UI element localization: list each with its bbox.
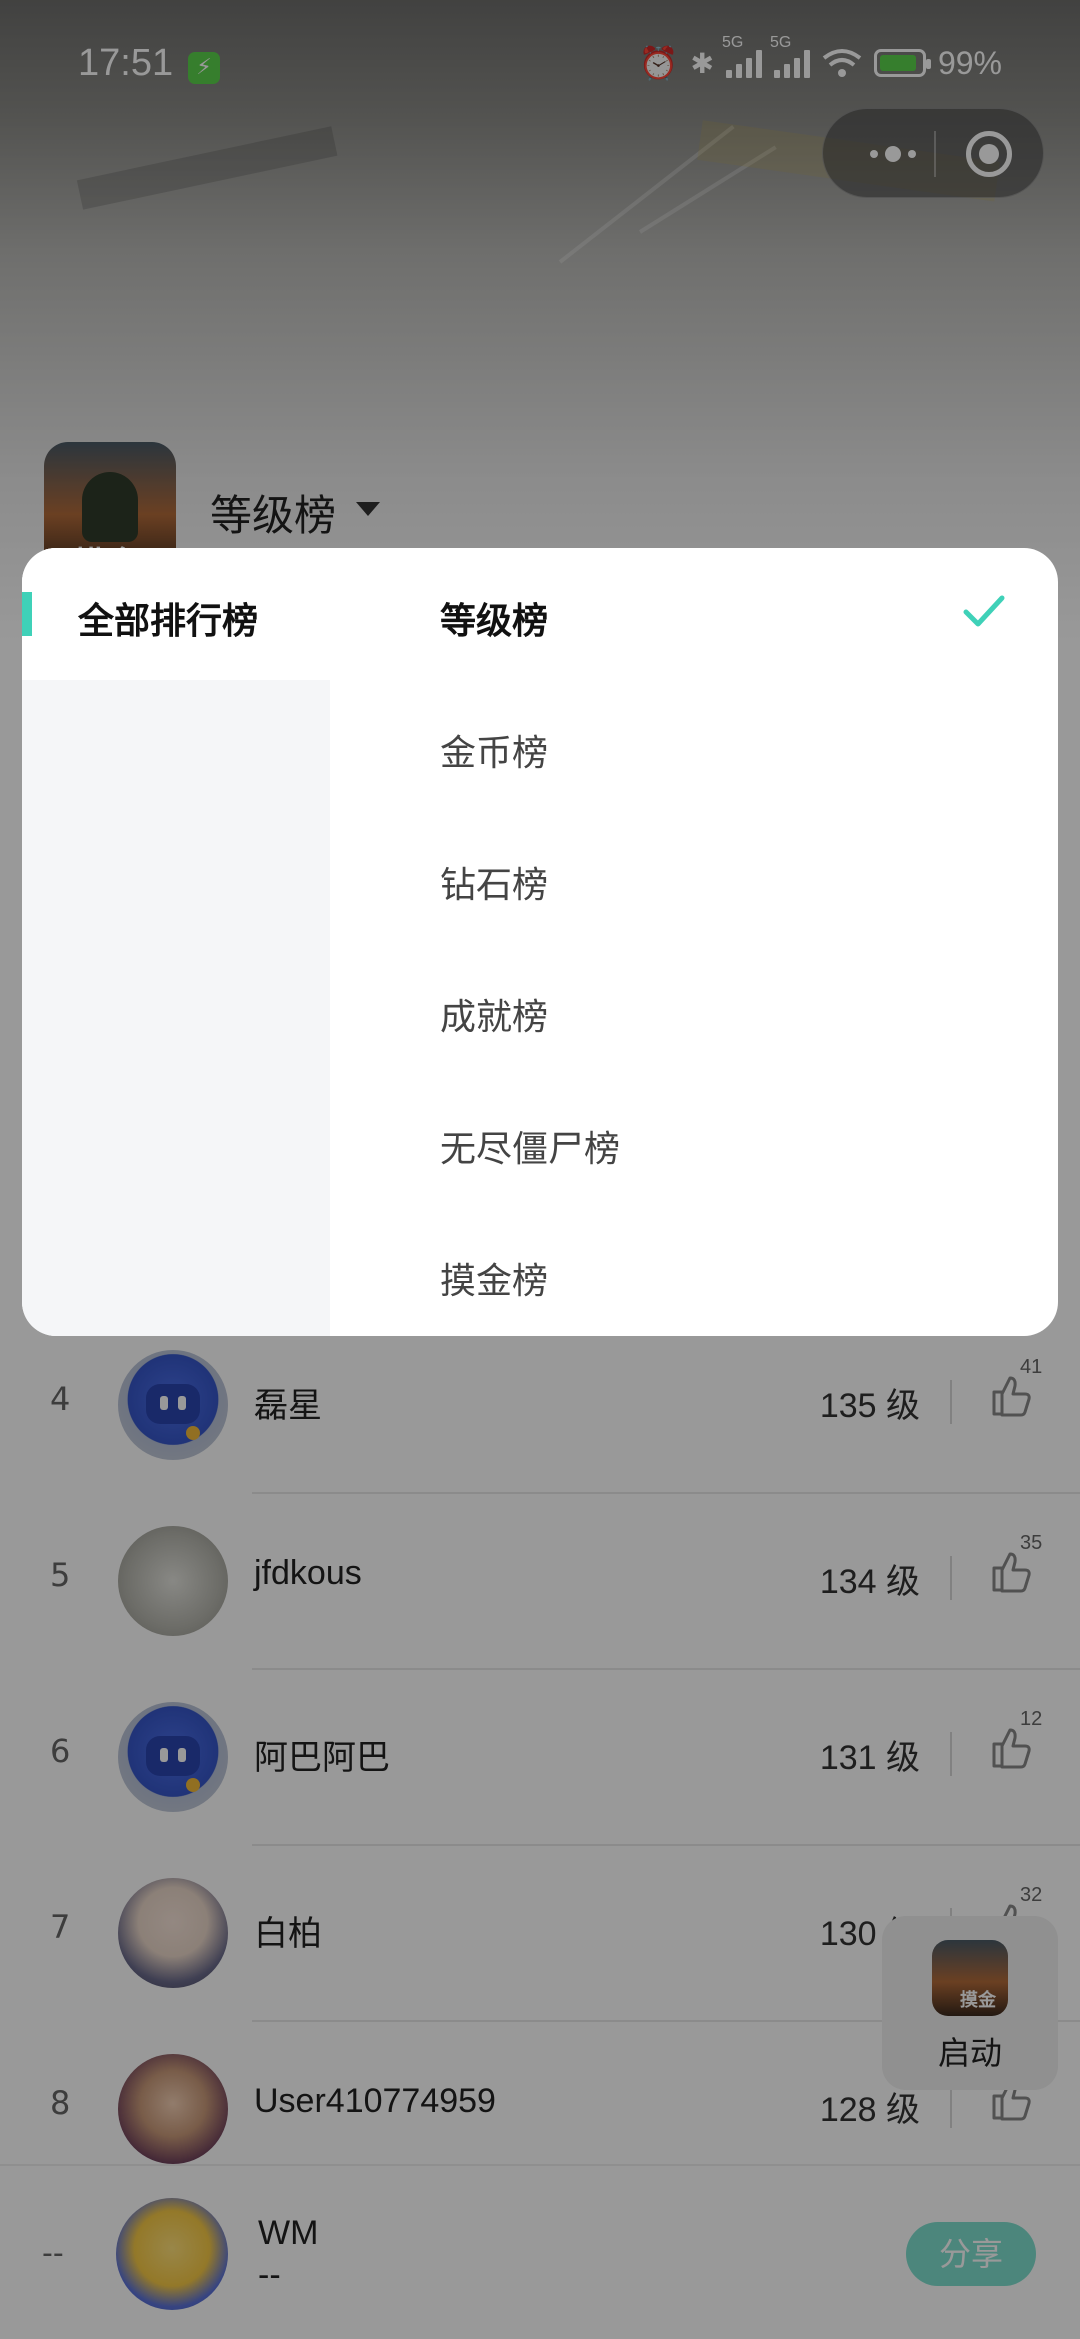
category-all-leaderboards[interactable]: 全部排行榜 [22,548,330,680]
option-treasure-board[interactable]: 摸金榜 [330,1208,1058,1336]
category-label: 全部排行榜 [78,601,259,642]
option-label: 钻石榜 [440,865,549,906]
active-indicator [22,592,32,636]
option-label: 金币榜 [440,733,549,774]
option-label: 等级榜 [440,601,549,642]
category-panel: 全部排行榜 [22,548,330,1336]
option-level-board[interactable]: 等级榜 [330,548,1058,680]
check-icon [963,595,1005,627]
option-label: 成就榜 [440,997,549,1038]
option-label: 摸金榜 [440,1261,549,1302]
option-endless-zombie-board[interactable]: 无尽僵尸榜 [330,1076,1058,1208]
leaderboard-dropdown: 全部排行榜 等级榜 金币榜 钻石榜 成就榜 无尽僵尸榜 摸金榜 [22,548,1058,1336]
option-achievement-board[interactable]: 成就榜 [330,944,1058,1076]
option-coin-board[interactable]: 金币榜 [330,680,1058,812]
option-diamond-board[interactable]: 钻石榜 [330,812,1058,944]
option-label: 无尽僵尸榜 [440,1129,621,1170]
